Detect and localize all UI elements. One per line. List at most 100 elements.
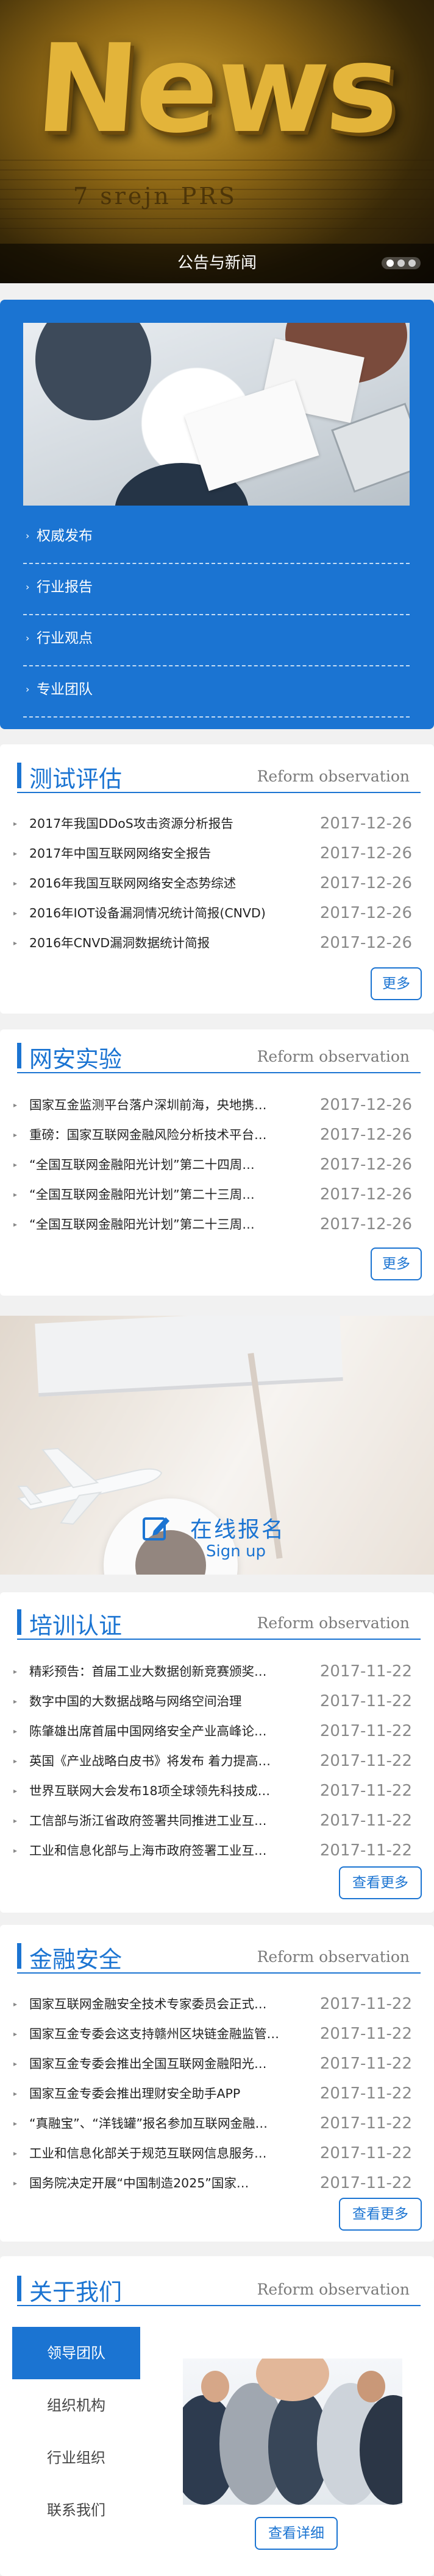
category-label: 行业报告 — [37, 579, 93, 595]
news-date: 2017-12-26 — [319, 934, 412, 952]
category-item-team[interactable]: › 专业团队 — [23, 666, 410, 718]
news-item[interactable]: ▸ “全国互联网金融阳光计划”第二十四周… 2017-12-26 — [12, 1150, 421, 1180]
tab-industry-org[interactable]: 行业组织 — [12, 2432, 140, 2484]
news-date: 2017-11-22 — [319, 1995, 412, 2013]
more-button[interactable]: 更多 — [371, 967, 422, 1000]
bullet-icon: ▸ — [13, 849, 18, 858]
news-title: 工业和信息化部与上海市政府签署工业互… — [29, 1843, 267, 1858]
news-date: 2017-11-22 — [319, 1662, 412, 1681]
slider-dot[interactable] — [397, 259, 405, 267]
bullet-icon: ▸ — [13, 819, 18, 828]
news-item[interactable]: ▸ 2017年我国DDoS攻击资源分析报告 2017-12-26 — [12, 809, 421, 839]
news-date: 2017-11-22 — [319, 2174, 412, 2192]
bullet-icon: ▸ — [13, 1667, 18, 1676]
slider-dot[interactable] — [408, 259, 416, 267]
news-title: 2017年中国互联网网络安全报告 — [29, 846, 212, 861]
news-item[interactable]: ▸ 工业和信息化部与上海市政府签署工业互… 2017-11-22 — [12, 1836, 421, 1866]
section-title: 培训认证 — [29, 1612, 123, 1639]
news-item[interactable]: ▸ 国家互金专委会推出理财安全助手APP 2017-11-22 — [12, 2079, 421, 2109]
news-item[interactable]: ▸ 英国《产业战略白皮书》将发布 着力提高… 2017-11-22 — [12, 1746, 421, 1776]
news-date: 2017-11-22 — [319, 1722, 412, 1740]
news-item[interactable]: ▸ 国务院决定开展“中国制造2025”国家… 2017-11-22 — [12, 2168, 421, 2198]
bullet-icon: ▸ — [13, 1697, 18, 1706]
news-item[interactable]: ▸ 2016年CNVD漏洞数据统计简报 2017-12-26 — [12, 928, 421, 958]
section-title: 测试评估 — [29, 766, 123, 792]
news-item[interactable]: ▸ 陈肇雄出席首届中国网络安全产业高峰论… 2017-11-22 — [12, 1717, 421, 1746]
news-date: 2017-11-22 — [319, 2055, 412, 2073]
tab-contact[interactable]: 联系我们 — [12, 2484, 140, 2536]
team-photo — [183, 2359, 402, 2505]
view-more-button[interactable]: 查看更多 — [339, 1866, 422, 1899]
news-item[interactable]: ▸ 国家互金专委会推出全国互联网金融阳光… 2017-11-22 — [12, 2049, 421, 2079]
news-title: 国家互金专委会推出全国互联网金融阳光… — [29, 2056, 267, 2071]
news-title: 2016年我国互联网网络安全态势综述 — [29, 876, 237, 891]
news-item[interactable]: ▸ “真融宝”、“洋钱罐”报名参加互联网金融… 2017-11-22 — [12, 2109, 421, 2139]
news-item[interactable]: ▸ 2016年IOT设备漏洞情况统计简报(CNVD) 2017-12-26 — [12, 898, 421, 928]
tab-leadership[interactable]: 领导团队 — [12, 2327, 140, 2379]
news-item[interactable]: ▸ “全国互联网金融阳光计划”第二十三周… 2017-12-26 — [12, 1180, 421, 1210]
section-header-lab: 网安实验 Reform observation — [17, 1037, 421, 1073]
news-item[interactable]: ▸ 精彩预告：首届工业大数据创新竞赛颁奖… 2017-11-22 — [12, 1657, 421, 1687]
news-date: 2017-11-22 — [319, 2144, 412, 2162]
chevron-right-icon: › — [26, 683, 30, 695]
bullet-icon: ▸ — [13, 2149, 18, 2158]
slider-dot[interactable] — [386, 259, 394, 267]
news-title: 英国《产业战略白皮书》将发布 着力提高… — [29, 1754, 271, 1768]
news-date: 2017-11-22 — [319, 2084, 412, 2103]
news-date: 2017-12-26 — [319, 1126, 412, 1144]
category-label: 行业观点 — [37, 630, 93, 646]
news-date: 2017-11-22 — [319, 2114, 412, 2133]
news-date: 2017-11-22 — [319, 1782, 412, 1800]
section-title: 金融安全 — [29, 1946, 123, 1973]
news-title: 2016年IOT设备漏洞情况统计简报(CNVD) — [29, 906, 266, 920]
news-title: 国家互联网金融安全技术专家委员会正式… — [29, 1997, 267, 2011]
news-item[interactable]: ▸ 数字中国的大数据战略与网络空间治理 2017-11-22 — [12, 1687, 421, 1717]
news-date: 2017-12-26 — [319, 1156, 412, 1174]
section-accent-bar — [17, 1609, 21, 1635]
bullet-icon: ▸ — [13, 1816, 18, 1825]
signup-title: 在线报名 — [190, 1517, 286, 1542]
more-button[interactable]: 更多 — [371, 1247, 422, 1280]
news-item[interactable]: ▸ 重磅：国家互联网金融风险分析技术平台… 2017-12-26 — [12, 1120, 421, 1150]
news-banner[interactable]: 7 srejn PRS News 公告与新闻 — [0, 0, 434, 283]
news-item[interactable]: ▸ 世界互联网大会发布18项全球领先科技成… 2017-11-22 — [12, 1776, 421, 1806]
category-label: 权威发布 — [37, 528, 93, 544]
news-item[interactable]: ▸ 工信部与浙江省政府签署共同推进工业互… 2017-11-22 — [12, 1806, 421, 1836]
news-title: 2017年我国DDoS攻击资源分析报告 — [29, 816, 233, 831]
news-list-finance: ▸ 国家互联网金融安全技术专家委员会正式… 2017-11-22 ▸ 国家互金专委会这… — [12, 1989, 421, 2198]
bullet-icon: ▸ — [13, 1846, 18, 1855]
category-item-industry-view[interactable]: › 行业观点 — [23, 615, 410, 666]
news-date: 2017-11-22 — [319, 1841, 412, 1860]
bullet-icon: ▸ — [13, 909, 18, 917]
category-item-authority[interactable]: › 权威发布 — [23, 513, 410, 564]
news-list-test: ▸ 2017年我国DDoS攻击资源分析报告 2017-12-26 ▸ 2017年中国互… — [12, 809, 421, 958]
bullet-icon: ▸ — [13, 2000, 18, 2008]
bullet-icon: ▸ — [13, 2119, 18, 2128]
bullet-icon: ▸ — [13, 2030, 18, 2038]
section-subtitle: Reform observation — [257, 1048, 410, 1065]
news-date: 2017-11-22 — [319, 2025, 412, 2043]
view-detail-button[interactable]: 查看详细 — [255, 2517, 338, 2550]
section-accent-bar — [17, 763, 21, 788]
news-item[interactable]: ▸ 2016年我国互联网网络安全态势综述 2017-12-26 — [12, 869, 421, 898]
view-more-button[interactable]: 查看更多 — [339, 2198, 422, 2231]
news-title: 国家互金监测平台落户深圳前海，央地携… — [29, 1098, 267, 1112]
news-item[interactable]: ▸ 国家互金专委会这支持赣州区块链金融监管… 2017-11-22 — [12, 2019, 421, 2049]
signup-banner[interactable]: 在线报名 Sign up — [0, 1316, 434, 1575]
section-accent-bar — [17, 2276, 21, 2301]
news-item[interactable]: ▸ 2017年中国互联网网络安全报告 2017-12-26 — [12, 839, 421, 869]
news-title: 重磅：国家互联网金融风险分析技术平台… — [29, 1127, 267, 1142]
news-date: 2017-11-22 — [319, 1752, 412, 1770]
bullet-icon: ▸ — [13, 2089, 18, 2098]
tab-organization[interactable]: 组织机构 — [12, 2379, 140, 2432]
newsprint-text: 7 srejn PRS — [73, 183, 237, 210]
section-subtitle: Reform observation — [257, 1614, 410, 1632]
news-item[interactable]: ▸ 国家互金监测平台落户深圳前海，央地携… 2017-12-26 — [12, 1090, 421, 1120]
news-item[interactable]: ▸ 工业和信息化部关于规范互联网信息服务… 2017-11-22 — [12, 2139, 421, 2168]
news-item[interactable]: ▸ “全国互联网金融阳光计划”第二十三周… 2017-12-26 — [12, 1210, 421, 1240]
news-title: “全国互联网金融阳光计划”第二十三周… — [29, 1217, 255, 1232]
category-item-industry-report[interactable]: › 行业报告 — [23, 564, 410, 615]
chevron-right-icon: › — [26, 530, 30, 542]
news-date: 2017-12-26 — [319, 844, 412, 863]
news-item[interactable]: ▸ 国家互联网金融安全技术专家委员会正式… 2017-11-22 — [12, 1989, 421, 2019]
